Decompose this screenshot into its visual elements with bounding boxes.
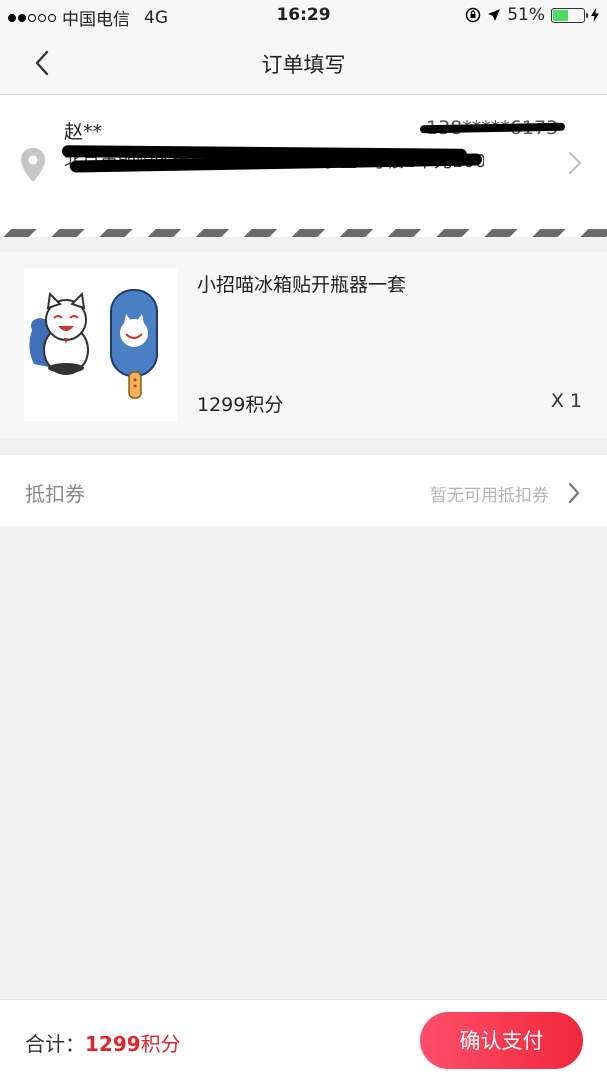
- address-card[interactable]: 赵** 138*****6173 北京市朝阳区建国路88号现代城小区3号楼2单元…: [0, 95, 607, 237]
- total-amount: 1299: [85, 1032, 141, 1056]
- chevron-right-icon: [568, 151, 582, 175]
- order-total: 合计：1299积分: [25, 1028, 181, 1057]
- coupon-label: 抵扣券: [25, 482, 85, 506]
- coupon-value: 暂无可用抵扣券: [430, 486, 549, 506]
- product-name: 小招喵冰箱贴开瓶器一套: [197, 274, 407, 296]
- address-divider-stripe: [0, 229, 607, 237]
- page-title: 订单填写: [261, 53, 346, 77]
- checkout-bar: 合计：1299积分 确认支付: [0, 999, 607, 1081]
- charging-bolt-icon: [591, 8, 599, 22]
- product-item: 小招喵冰箱贴开瓶器一套 1299积分 X 1: [0, 252, 607, 438]
- product-image: [24, 268, 177, 421]
- coupon-row[interactable]: 抵扣券 暂无可用抵扣券: [0, 455, 607, 526]
- orientation-lock-icon: [465, 7, 481, 23]
- confirm-pay-button[interactable]: 确认支付: [420, 1012, 583, 1069]
- chevron-right-icon: [568, 482, 580, 504]
- product-quantity: X 1: [550, 390, 582, 412]
- battery-icon: [551, 7, 588, 23]
- status-bar: 中国电信 4G 16:29 51%: [0, 0, 607, 32]
- navigation-bar: 订单填写: [0, 32, 607, 95]
- total-label: 合计：: [25, 1032, 85, 1056]
- status-right: 51%: [465, 5, 599, 25]
- location-arrow-icon: [488, 9, 501, 21]
- location-pin-icon: [21, 148, 45, 182]
- total-unit: 积分: [140, 1032, 181, 1056]
- recipient-name: 赵**: [64, 121, 103, 143]
- battery-percent: 51%: [507, 5, 545, 25]
- product-price: 1299积分: [197, 394, 284, 416]
